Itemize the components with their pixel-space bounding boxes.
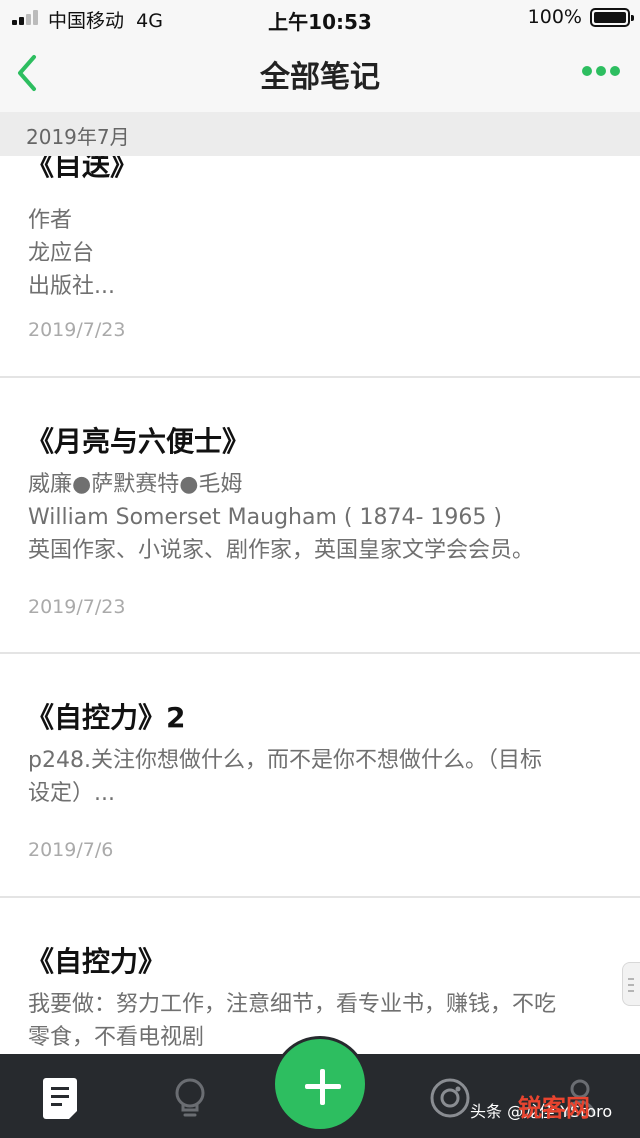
status-bar: 中国移动 4G 上午10:53 100% [0,0,640,34]
notes-list: 《目送》 作者 龙应台 出版社... 2019/7/23 《月亮与六便士》 威廉… [0,156,640,1054]
camera-icon [430,1078,470,1118]
month-section-header: 2019年7月 [0,112,640,156]
battery-percent: 100% [527,6,582,28]
note-title: 《目送》 [26,156,139,182]
note-preview: 威廉●萨默赛特●毛姆 William Somerset Maugham ( 18… [28,468,618,567]
note-preview-line: 英国作家、小说家、剧作家，英国皇家文学会会员。 [28,538,535,563]
watermark-logo: 锐客网 [518,1094,590,1122]
note-preview-line: 出版社... [28,274,115,299]
tab-camera[interactable] [428,1074,472,1122]
note-title: 《自控力》2 [26,701,186,734]
note-preview-line: 龙应台 [28,241,95,266]
note-preview-line: 我要做：努力工作，注意细节，看专业书，赚钱，不吃 [28,992,557,1017]
note-preview: p248.关注你想做什么，而不是你不想做什么。（目标 设定）... [28,744,618,810]
note-item[interactable]: 《目送》 作者 龙应台 出版社... 2019/7/23 [0,156,640,378]
note-date: 2019/7/6 [28,839,114,861]
more-options-button[interactable] [580,58,622,84]
note-title: 《自控力》 [26,945,167,978]
scroll-handle[interactable] [622,962,640,1006]
note-preview-line: 作者 [28,208,73,233]
lightbulb-icon [175,1078,205,1117]
tab-ideas[interactable] [168,1074,212,1122]
note-item[interactable]: 《自控力》 我要做：努力工作，注意细节，看专业书，赚钱，不吃 零食，不看电视剧 [0,898,640,1054]
month-label: 2019年7月 [26,125,130,149]
notes-tab-icon [43,1078,77,1119]
note-item[interactable]: 《月亮与六便士》 威廉●萨默赛特●毛姆 William Somerset Mau… [0,378,640,654]
note-item[interactable]: 《自控力》2 p248.关注你想做什么，而不是你不想做什么。（目标 设定）...… [0,654,640,898]
add-note-button[interactable] [272,1036,368,1132]
note-preview-line: William Somerset Maugham ( 1874- 1965 ) [28,505,502,530]
battery-icon [590,8,634,27]
note-preview-line: 威廉●萨默赛特●毛姆 [28,472,243,497]
note-preview-line: p248.关注你想做什么，而不是你不想做什么。（目标 [28,748,542,773]
more-dots-icon [582,66,620,76]
page-title: 全部笔记 [260,60,380,95]
note-date: 2019/7/23 [28,319,126,341]
nav-bar: 全部笔记 [0,34,640,112]
note-date: 2019/7/23 [28,596,126,618]
note-preview-line: 设定）... [28,781,115,806]
tab-notes[interactable] [40,1074,84,1122]
note-preview: 作者 龙应台 出版社... [28,204,618,303]
note-title: 《月亮与六便士》 [26,425,251,458]
